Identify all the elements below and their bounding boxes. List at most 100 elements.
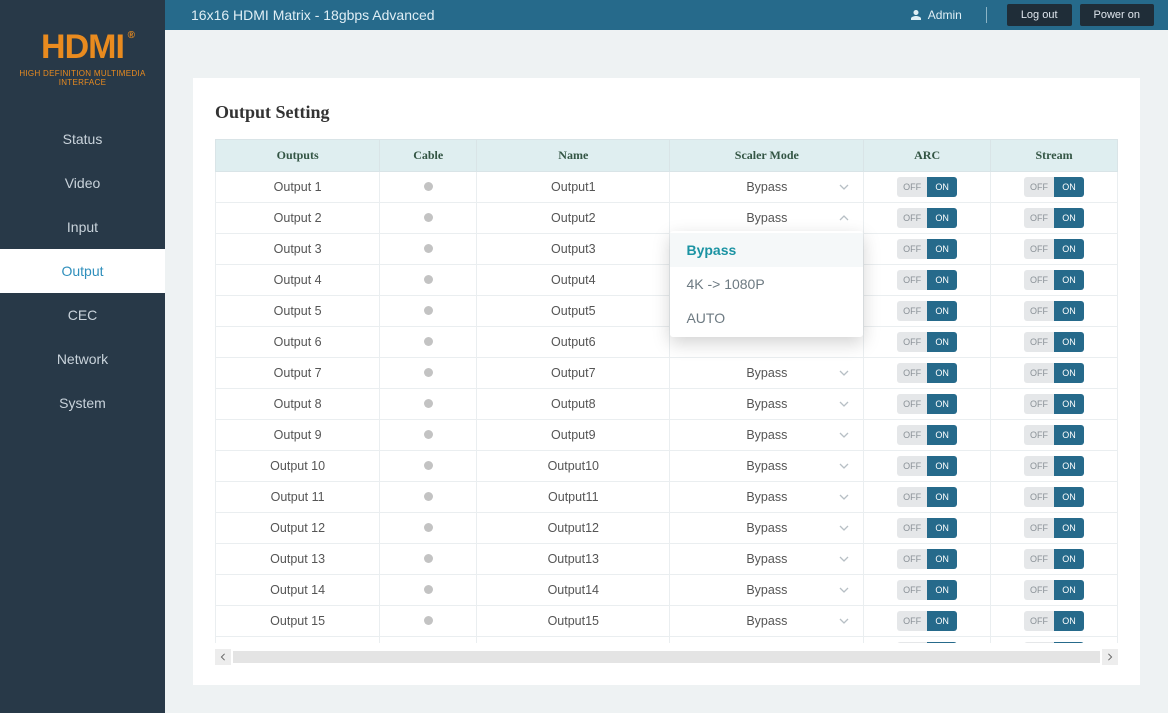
stream-toggle-on[interactable]: ON xyxy=(1054,177,1084,197)
arc-toggle-off[interactable]: OFF xyxy=(897,642,927,643)
nav-item-output[interactable]: Output xyxy=(0,249,165,293)
scaler-select[interactable]: Bypass xyxy=(670,552,863,566)
arc-toggle[interactable]: OFFON xyxy=(897,394,957,414)
stream-toggle[interactable]: OFFON xyxy=(1024,580,1084,600)
stream-toggle-off[interactable]: OFF xyxy=(1024,580,1054,600)
cell-scaler-mode[interactable]: Bypass xyxy=(670,172,864,203)
arc-toggle-on[interactable]: ON xyxy=(927,456,957,476)
stream-toggle-on[interactable]: ON xyxy=(1054,270,1084,290)
arc-toggle-on[interactable]: ON xyxy=(927,239,957,259)
stream-toggle-off[interactable]: OFF xyxy=(1024,363,1054,383)
stream-toggle-off[interactable]: OFF xyxy=(1024,332,1054,352)
nav-item-video[interactable]: Video xyxy=(0,161,165,205)
cell-output-name[interactable]: Output12 xyxy=(477,513,670,544)
stream-toggle-off[interactable]: OFF xyxy=(1024,177,1054,197)
arc-toggle-off[interactable]: OFF xyxy=(897,394,927,414)
scaler-select[interactable]: Bypass xyxy=(670,614,863,628)
stream-toggle-on[interactable]: ON xyxy=(1054,518,1084,538)
arc-toggle[interactable]: OFFON xyxy=(897,270,957,290)
arc-toggle[interactable]: OFFON xyxy=(897,642,957,643)
arc-toggle-off[interactable]: OFF xyxy=(897,456,927,476)
nav-item-cec[interactable]: CEC xyxy=(0,293,165,337)
stream-toggle[interactable]: OFFON xyxy=(1024,208,1084,228)
stream-toggle-off[interactable]: OFF xyxy=(1024,549,1054,569)
cell-scaler-mode[interactable]: Bypass xyxy=(670,358,864,389)
stream-toggle-on[interactable]: ON xyxy=(1054,208,1084,228)
arc-toggle-off[interactable]: OFF xyxy=(897,487,927,507)
scaler-select[interactable]: Bypass xyxy=(670,397,863,411)
arc-toggle-on[interactable]: ON xyxy=(927,208,957,228)
scroll-track[interactable] xyxy=(233,651,1100,663)
stream-toggle-off[interactable]: OFF xyxy=(1024,394,1054,414)
scroll-left-button[interactable] xyxy=(215,649,231,665)
arc-toggle[interactable]: OFFON xyxy=(897,549,957,569)
stream-toggle[interactable]: OFFON xyxy=(1024,394,1084,414)
stream-toggle-on[interactable]: ON xyxy=(1054,580,1084,600)
arc-toggle[interactable]: OFFON xyxy=(897,425,957,445)
arc-toggle[interactable]: OFFON xyxy=(897,518,957,538)
stream-toggle[interactable]: OFFON xyxy=(1024,270,1084,290)
arc-toggle-on[interactable]: ON xyxy=(927,425,957,445)
arc-toggle-off[interactable]: OFF xyxy=(897,301,927,321)
arc-toggle-off[interactable]: OFF xyxy=(897,332,927,352)
stream-toggle[interactable]: OFFON xyxy=(1024,518,1084,538)
stream-toggle[interactable]: OFFON xyxy=(1024,363,1084,383)
stream-toggle-on[interactable]: ON xyxy=(1054,332,1084,352)
power-button[interactable]: Power on xyxy=(1080,4,1154,26)
stream-toggle[interactable]: OFFON xyxy=(1024,549,1084,569)
horizontal-scrollbar[interactable] xyxy=(215,647,1118,667)
stream-toggle-off[interactable]: OFF xyxy=(1024,487,1054,507)
arc-toggle-off[interactable]: OFF xyxy=(897,611,927,631)
cell-scaler-mode[interactable]: Bypass xyxy=(670,451,864,482)
stream-toggle[interactable]: OFFON xyxy=(1024,611,1084,631)
arc-toggle-on[interactable]: ON xyxy=(927,580,957,600)
cell-output-name[interactable]: Output5 xyxy=(477,296,670,327)
nav-item-status[interactable]: Status xyxy=(0,117,165,161)
scaler-select[interactable]: BypassBypass4K -> 1080PAUTO xyxy=(670,211,863,225)
stream-toggle-on[interactable]: ON xyxy=(1054,549,1084,569)
stream-toggle[interactable]: OFFON xyxy=(1024,642,1084,643)
scroll-right-button[interactable] xyxy=(1102,649,1118,665)
cell-output-name[interactable]: Output10 xyxy=(477,451,670,482)
arc-toggle-on[interactable]: ON xyxy=(927,642,957,643)
arc-toggle[interactable]: OFFON xyxy=(897,487,957,507)
arc-toggle-off[interactable]: OFF xyxy=(897,208,927,228)
stream-toggle[interactable]: OFFON xyxy=(1024,425,1084,445)
stream-toggle-off[interactable]: OFF xyxy=(1024,239,1054,259)
arc-toggle-on[interactable]: ON xyxy=(927,270,957,290)
arc-toggle-off[interactable]: OFF xyxy=(897,239,927,259)
arc-toggle-off[interactable]: OFF xyxy=(897,549,927,569)
stream-toggle-off[interactable]: OFF xyxy=(1024,611,1054,631)
cell-output-name[interactable]: Output8 xyxy=(477,389,670,420)
stream-toggle-on[interactable]: ON xyxy=(1054,611,1084,631)
arc-toggle[interactable]: OFFON xyxy=(897,363,957,383)
cell-output-name[interactable]: Output15 xyxy=(477,606,670,637)
cell-output-name[interactable]: Output1 xyxy=(477,172,670,203)
stream-toggle-off[interactable]: OFF xyxy=(1024,301,1054,321)
cell-output-name[interactable]: Output16 xyxy=(477,637,670,644)
cell-output-name[interactable]: Output4 xyxy=(477,265,670,296)
stream-toggle-off[interactable]: OFF xyxy=(1024,425,1054,445)
cell-output-name[interactable]: Output2 xyxy=(477,203,670,234)
stream-toggle-on[interactable]: ON xyxy=(1054,456,1084,476)
cell-scaler-mode[interactable]: Bypass xyxy=(670,637,864,644)
stream-toggle-off[interactable]: OFF xyxy=(1024,456,1054,476)
stream-toggle-on[interactable]: ON xyxy=(1054,394,1084,414)
logout-button[interactable]: Log out xyxy=(1007,4,1072,26)
scaler-option[interactable]: AUTO xyxy=(670,301,863,335)
arc-toggle-on[interactable]: ON xyxy=(927,549,957,569)
cell-output-name[interactable]: Output11 xyxy=(477,482,670,513)
arc-toggle-on[interactable]: ON xyxy=(927,177,957,197)
cell-output-name[interactable]: Output7 xyxy=(477,358,670,389)
arc-toggle-off[interactable]: OFF xyxy=(897,425,927,445)
cell-scaler-mode[interactable]: BypassBypass4K -> 1080PAUTO xyxy=(670,203,864,234)
cell-scaler-mode[interactable]: Bypass xyxy=(670,513,864,544)
stream-toggle[interactable]: OFFON xyxy=(1024,456,1084,476)
scaler-option[interactable]: 4K -> 1080P xyxy=(670,267,863,301)
cell-output-name[interactable]: Output6 xyxy=(477,327,670,358)
stream-toggle-on[interactable]: ON xyxy=(1054,239,1084,259)
arc-toggle-off[interactable]: OFF xyxy=(897,177,927,197)
arc-toggle-on[interactable]: ON xyxy=(927,611,957,631)
arc-toggle-on[interactable]: ON xyxy=(927,518,957,538)
scaler-select[interactable]: Bypass xyxy=(670,180,863,194)
